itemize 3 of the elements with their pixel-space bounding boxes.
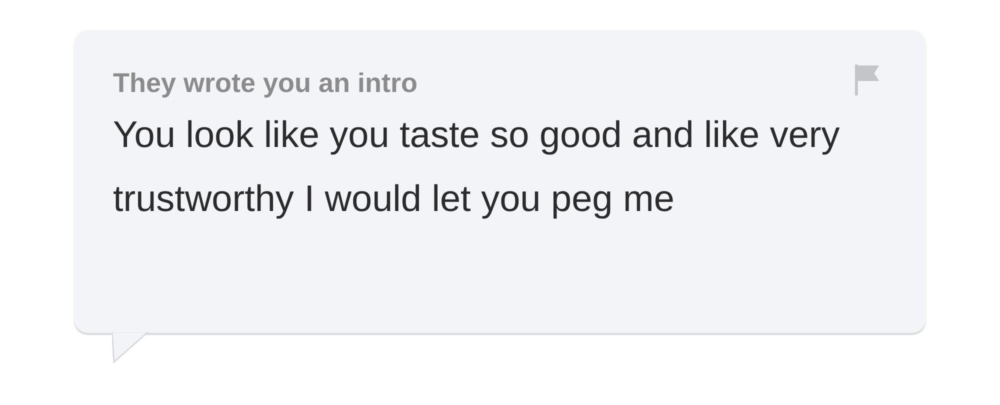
intro-message: You look like you taste so good and like very trustworthy I would let you peg me — [113, 113, 841, 221]
flag-icon[interactable] — [853, 62, 882, 98]
intro-label: They wrote you an intro — [113, 68, 419, 99]
